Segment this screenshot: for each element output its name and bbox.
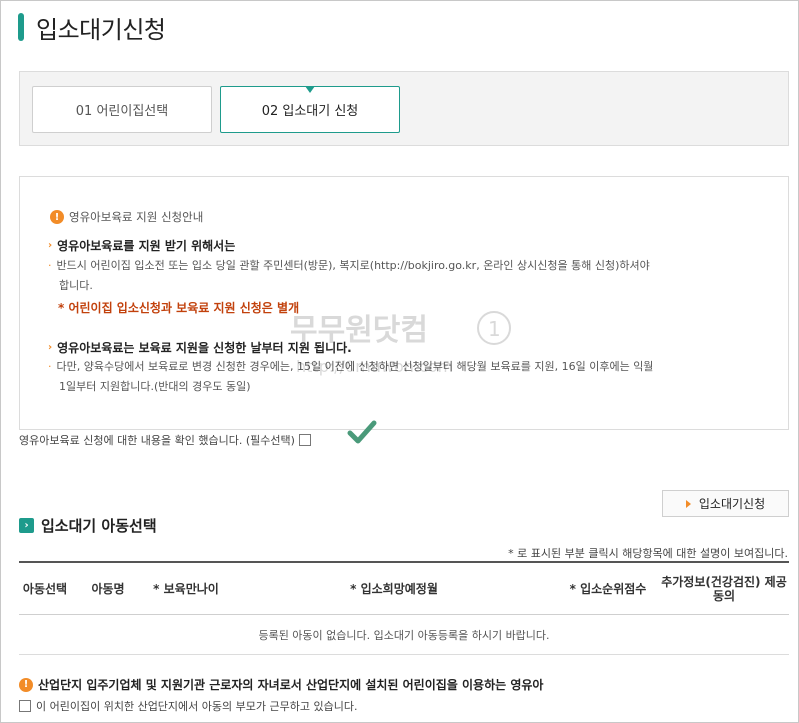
exclamation-icon: ! — [19, 677, 33, 692]
notice-section-1-title: › 영유아보육료를 지원 받기 위해서는 — [48, 237, 235, 254]
industry-checkbox-row: 이 어린이집이 위치한 산업단지에서 아동의 부모가 근무하고 있습니다. — [19, 698, 357, 714]
notice-section-1-line-1-text: 반드시 어린이집 입소전 또는 입소 당일 관할 주민센터(방문), 복지로(h… — [56, 259, 650, 272]
bullet-icon: · — [48, 259, 52, 272]
confirm-label: 영유아보육료 신청에 대한 내용을 확인 했습니다. (필수선택) — [19, 434, 295, 447]
confirm-row: 영유아보육료 신청에 대한 내용을 확인 했습니다. (필수선택) — [19, 432, 311, 448]
title-accent-bar — [18, 13, 24, 41]
notice-section-2-title: › 영유아보육료는 보육료 지원을 신청한 날부터 지원 됩니다. — [48, 339, 352, 356]
notice-section-2-line-1-text: 다만, 양육수당에서 보육료로 변경 신청한 경우에는, 15일 이전에 신청하… — [56, 360, 654, 373]
notice-section-1-line-1: · 반드시 어린이집 입소전 또는 입소 당일 관할 주민센터(방문), 복지로(… — [48, 256, 768, 276]
table-hint: * 로 표시된 부분 클릭시 해당항목에 대한 설명이 보여집니다. — [508, 547, 788, 560]
notice-section-1-title-text: 영유아보육료를 지원 받기 위해서는 — [57, 239, 236, 253]
exclamation-icon: ! — [50, 210, 64, 224]
col-priority-score[interactable]: * 입소순위점수 — [559, 563, 657, 615]
notice-section-1-line-2: 합니다. — [59, 279, 93, 292]
notice-heading: ! 영유아보육료 지원 신청안내 — [50, 209, 203, 225]
notice-section-2-title-text: 영유아보육료는 보육료 지원을 신청한 날부터 지원 됩니다. — [57, 341, 352, 355]
triangle-right-icon — [685, 499, 691, 508]
waitlist-apply-button-label: 입소대기신청 — [698, 497, 766, 511]
step-waitlist-apply[interactable]: 02 입소대기 신청 — [220, 86, 400, 133]
page-title: 입소대기신청 — [18, 12, 166, 44]
step-indicator: 01 어린이집선택 02 입소대기 신청 — [19, 71, 789, 146]
child-table: 아동선택 아동명 * 보육만나이 * 입소희망예정월 * 입소순위점수 추가정보… — [19, 561, 789, 655]
industry-notice-title-text: 산업단지 입주기업체 및 지원기관 근로자의 자녀로서 산업단지에 설치된 어린… — [38, 678, 544, 692]
industry-notice-title: ! 산업단지 입주기업체 및 지원기관 근로자의 자녀로서 산업단지에 설치된 … — [19, 676, 543, 693]
checkmark-icon — [347, 420, 377, 444]
waitlist-apply-button[interactable]: 입소대기신청 — [662, 490, 789, 517]
industry-checkbox[interactable] — [19, 700, 31, 712]
notice-heading-text: 영유아보육료 지원 신청안내 — [69, 210, 204, 224]
step-1-label: 01 어린이집선택 — [75, 104, 169, 119]
col-select: 아동선택 — [22, 582, 68, 596]
table-empty-row: 등록된 아동이 없습니다. 입소대기 아동등록을 하시기 바랍니다. — [19, 615, 789, 655]
active-step-arrow-icon — [305, 86, 315, 93]
page-title-text: 입소대기신청 — [36, 15, 166, 44]
col-desired-month[interactable]: * 입소희망예정월 — [319, 563, 469, 615]
industry-checkbox-label: 이 어린이집이 위치한 산업단지에서 아동의 부모가 근무하고 있습니다. — [36, 700, 358, 713]
col-child-name: 아동명 — [91, 582, 125, 596]
step-2-label: 02 입소대기 신청 — [261, 104, 359, 119]
bullet-icon: · — [48, 360, 52, 373]
section-title-text: 입소대기 아동선택 — [41, 517, 157, 535]
chevron-right-icon: › — [48, 240, 53, 251]
notice-section-2-line-2: 1일부터 지원합니다.(반대의 경우도 동일) — [59, 380, 251, 393]
section-title: › 입소대기 아동선택 — [19, 515, 157, 536]
col-age[interactable]: * 보육만나이 — [143, 563, 229, 615]
col-health-consent: 추가정보(건강검진) 제공동의 — [661, 575, 787, 603]
subsidy-notice-box: ! 영유아보육료 지원 신청안내 › 영유아보육료를 지원 받기 위해서는 · 반… — [19, 176, 789, 430]
notice-section-2-line-1: · 다만, 양육수당에서 보육료로 변경 신청한 경우에는, 15일 이전에 신청… — [48, 357, 768, 377]
table-header: 아동선택 아동명 * 보육만나이 * 입소희망예정월 * 입소순위점수 추가정보… — [19, 561, 789, 615]
notice-emphasis: * 어린이집 입소신청과 보육료 지원 신청은 별개 — [58, 301, 300, 315]
step-select-daycare[interactable]: 01 어린이집선택 — [32, 86, 212, 133]
chevron-right-icon: › — [48, 342, 53, 353]
confirm-checkbox[interactable] — [298, 434, 311, 446]
chevron-right-square-icon: › — [19, 518, 34, 533]
